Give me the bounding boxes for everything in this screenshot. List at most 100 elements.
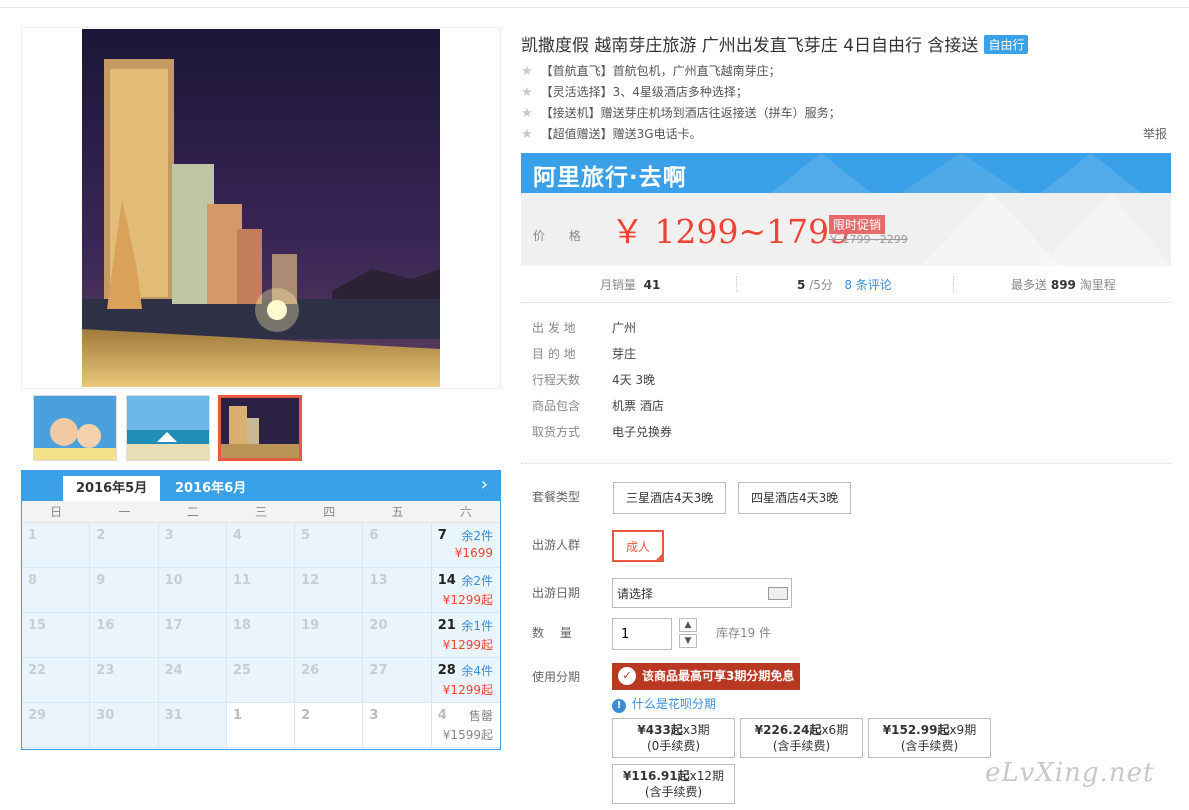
day-number: 23 [96,663,115,678]
installment-12-button[interactable]: ¥116.91起x12期 (含手续费) [612,764,735,804]
stat-divider [736,276,737,292]
huabei-banner: ✓ 该商品最高可享3期分期免息 [612,663,800,690]
day-number: 19 [301,618,320,633]
travelers-label: 出游人群 [532,538,581,552]
thumbnail-3[interactable] [218,395,302,461]
report-link[interactable]: 举报 [1143,125,1167,142]
calendar-day: 22 [22,658,91,703]
installment-9-button[interactable]: ¥152.99起x9期 (含手续费) [868,718,991,758]
day-number: 8 [28,573,38,588]
calendar-day: 3 [158,523,227,568]
product-title: 凯撒度假 越南芽庄旅游 广州出发直飞芽庄 4日自由行 含接送 自由行 [521,31,1029,56]
quantity-field[interactable] [612,618,672,650]
calendar-day: 1 [22,523,91,568]
info-key: 商品包含 [532,399,581,413]
star-icon: ★ [521,127,533,142]
day-number: 4 [232,528,242,543]
day-number: 24 [164,663,183,678]
package-label: 套餐类型 [532,490,581,504]
day-number: 7 [437,528,447,543]
info-key: 出 发 地 [532,321,576,335]
package-four-star-button[interactable]: 四星酒店4天3晚 [738,482,852,514]
calendar-tab-june[interactable]: 2016年6月 [162,476,259,501]
day-number: 1 [232,708,242,723]
package-three-star-button[interactable]: 三星酒店4天3晚 [613,482,727,514]
main-photo-frame [21,27,501,389]
what-is-huabei-link[interactable]: ! 什么是花呗分期 [612,695,716,713]
calendar-day: 17 [158,613,227,658]
info-row: 行程天数 4天 3晚 [532,370,1032,396]
reviews-link[interactable]: 8 条评论 [844,278,891,292]
day-number: 30 [96,708,115,723]
calendar-day[interactable]: 7 余2件 ¥1699 [431,523,500,568]
info-value: 广州 [612,321,637,335]
calendar-icon[interactable] [768,587,788,600]
thumbnail-1[interactable] [33,395,117,461]
day-number: 25 [232,663,251,678]
installment-3-button[interactable]: ¥433起x3期 (0手续费) [612,718,735,758]
day-number: 11 [232,573,251,588]
calendar-day: 13 [363,568,432,613]
day-price: ¥1299起 [442,593,493,607]
travel-date-input[interactable] [613,579,753,607]
quantity-down-button[interactable]: ▼ [679,634,697,648]
day-price: ¥1299起 [442,683,493,697]
calendar-day: 9 [90,568,159,613]
price-range: ￥ 1299~1799 [611,212,851,251]
feature-item: ★ 【超值赠送】赠送3G电话卡。 [521,127,702,142]
calendar-day[interactable]: 14 余2件 ¥1299起 [431,568,500,613]
feature-item: ★ 【首航直飞】首航包机，广州直飞越南芽庄； [521,64,781,79]
day-number: 28 [437,663,456,678]
day-number: 9 [96,573,106,588]
calendar-weekdays: 日一二三四五六 [22,501,500,523]
promo-banner: 阿里旅行·去啊 价 格 ￥ 1299~1799 限时促销 ￥ 1799~2299 [521,153,1171,266]
section-divider [521,463,1171,464]
star-icon: ★ [521,85,533,100]
day-number: 5 [301,528,311,543]
self-guided-badge: 自由行 [984,35,1029,54]
travel-date-field[interactable] [612,578,792,608]
installment-6-button[interactable]: ¥226.24起x6期 (含手续费) [740,718,863,758]
top-divider [0,7,1189,8]
stats-bar: 月销量 41 5 /5分 8 条评论 最多送 899 淘里程 [521,266,1171,303]
product-info: 出 发 地 广州目 的 地 芽庄 行程天数 4天 3晚 商品包含 机票 酒店 取货方式 电子兑换… [532,318,1032,448]
feature-item: ★ 【接送机】赠送芽庄机场到酒店往返接送（拼车）服务； [521,106,841,121]
calendar-day[interactable]: 21 余1件 ¥1299起 [431,613,500,658]
info-row: 出 发 地 广州 [532,318,1032,344]
info-value: 芽庄 [612,347,637,361]
calendar-day[interactable]: 28 余4件 ¥1299起 [431,658,500,703]
calendar-day: 10 [158,568,227,613]
calendar-grid: 1 2 3 4 5 6 7 余2件 ¥1699 8 9 10 11 12 13 14 余2件 ¥1299起 15 16… [22,523,500,748]
quantity-input[interactable] [613,619,669,649]
calendar-day: 18 [226,613,296,658]
mileage: 最多送 899 淘里程 [1011,278,1116,292]
calendar-day: 2 [90,523,159,568]
calendar-day: 6 [363,523,432,568]
info-row: 目 的 地 芽庄 [532,344,1032,370]
calendar-header: 2016年5月 2016年6月 › [22,471,500,501]
thumbnail-2[interactable] [126,395,210,461]
rating: 5 /5分 8 条评论 [797,278,892,292]
chevron-right-icon[interactable]: › [481,473,488,497]
day-number: 1 [28,528,38,543]
day-price: ¥1299起 [442,638,493,652]
calendar-day: 30 [90,703,159,748]
weekday-label: 四 [323,505,336,519]
stat-divider [953,276,954,292]
info-value: 4天 3晚 [612,373,656,387]
weekday-label: 五 [391,505,404,519]
adult-option-button[interactable]: 成人 [612,530,665,562]
monthly-sales: 月销量 41 [600,278,661,292]
price-label: 价 格 [533,229,591,243]
calendar-tab-may[interactable]: 2016年5月 [63,476,161,501]
star-icon: ★ [521,64,533,79]
day-number: 13 [369,573,388,588]
weekday-label: 日 [50,505,63,519]
quantity-up-button[interactable]: ▲ [679,618,697,632]
remaining-count: 余2件 [461,529,493,543]
main-photo [82,29,440,387]
day-number: 21 [437,618,456,633]
calendar-day[interactable]: 4 售罄 ¥1599起 [431,703,500,748]
calendar-day: 19 [295,613,364,658]
day-price: ¥1599起 [442,728,493,742]
